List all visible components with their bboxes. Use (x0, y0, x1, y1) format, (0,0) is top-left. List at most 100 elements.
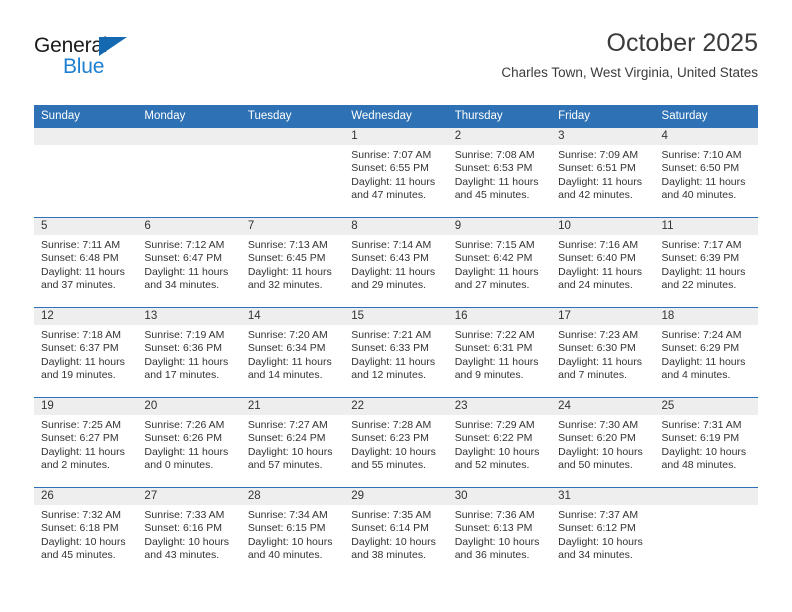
day-cell[interactable]: 26 Sunrise: 7:32 AM Sunset: 6:18 PM Dayligh… (34, 487, 138, 577)
daylight-line-2: and 12 minutes. (351, 369, 426, 382)
sunrise-line: Sunrise: 7:26 AM (144, 419, 225, 431)
sunrise-line: Sunrise: 7:08 AM (454, 149, 535, 161)
day-details: Sunrise: 7:31 AM Sunset: 6:19 PM Daylight:… (655, 415, 758, 473)
day-cell[interactable]: 20 Sunrise: 7:26 AM Sunset: 6:26 PM Dayligh… (137, 397, 241, 488)
sunset-line: Sunset: 6:22 PM (454, 432, 533, 445)
day-cell[interactable]: 18 Sunrise: 7:24 AM Sunset: 6:29 PM Dayligh… (654, 307, 758, 398)
weekday-header-monday: Monday (137, 105, 241, 128)
sunset-line: Sunset: 6:27 PM (41, 432, 119, 445)
daylight-line-1: Daylight: 10 hours (247, 445, 333, 458)
sunset-line: Sunset: 6:33 PM (351, 342, 429, 355)
sunrise-line: Sunrise: 7:34 AM (247, 509, 328, 521)
day-cell[interactable]: 4 Sunrise: 7:10 AM Sunset: 6:50 PM Daylight… (654, 128, 758, 218)
day-number (240, 128, 345, 145)
day-details: Sunrise: 7:27 AM Sunset: 6:24 PM Daylight:… (241, 415, 344, 473)
day-details: Sunrise: 7:21 AM Sunset: 6:33 PM Daylight:… (344, 325, 447, 383)
sunrise-line: Sunrise: 7:16 AM (558, 239, 639, 251)
day-cell[interactable]: 14 Sunrise: 7:20 AM Sunset: 6:34 PM Dayligh… (240, 307, 345, 398)
day-details: Sunrise: 7:22 AM Sunset: 6:31 PM Daylight:… (448, 325, 551, 383)
day-cell[interactable]: 31 Sunrise: 7:37 AM Sunset: 6:12 PM Dayligh… (551, 487, 655, 577)
sunrise-line: Sunrise: 7:17 AM (661, 239, 742, 251)
sunrise-line: Sunrise: 7:07 AM (351, 149, 432, 161)
day-cell[interactable]: 25 Sunrise: 7:31 AM Sunset: 6:19 PM Dayligh… (654, 397, 758, 488)
day-cell[interactable]: 1 Sunrise: 7:07 AM Sunset: 6:55 PM Daylight… (344, 128, 448, 218)
daylight-line-2: and 42 minutes. (558, 189, 633, 202)
calendar-header-row: Sunday Monday Tuesday Wednesday Thursday… (34, 105, 758, 128)
day-number: 10 (551, 218, 655, 235)
day-number: 27 (137, 488, 241, 505)
sunrise-line: Sunrise: 7:23 AM (558, 329, 639, 341)
day-cell[interactable]: 7 Sunrise: 7:13 AM Sunset: 6:45 PM Daylight… (240, 217, 345, 308)
day-cell[interactable] (34, 128, 138, 218)
day-cell[interactable]: 30 Sunrise: 7:36 AM Sunset: 6:13 PM Dayligh… (447, 487, 552, 577)
day-cell[interactable] (240, 128, 345, 218)
day-number: 24 (551, 398, 655, 415)
daylight-line-1: Daylight: 10 hours (454, 445, 540, 458)
day-cell[interactable]: 16 Sunrise: 7:22 AM Sunset: 6:31 PM Dayligh… (447, 307, 552, 398)
day-cell[interactable]: 17 Sunrise: 7:23 AM Sunset: 6:30 PM Dayligh… (551, 307, 655, 398)
day-cell[interactable]: 19 Sunrise: 7:25 AM Sunset: 6:27 PM Dayligh… (34, 397, 138, 488)
day-number: 8 (344, 218, 448, 235)
day-details: Sunrise: 7:16 AM Sunset: 6:40 PM Daylight:… (551, 235, 654, 293)
day-cell[interactable]: 24 Sunrise: 7:30 AM Sunset: 6:20 PM Dayligh… (551, 397, 655, 488)
day-cell[interactable]: 6 Sunrise: 7:12 AM Sunset: 6:47 PM Daylight… (137, 217, 241, 308)
daylight-line-1: Daylight: 11 hours (351, 175, 436, 188)
day-details: Sunrise: 7:34 AM Sunset: 6:15 PM Daylight:… (241, 505, 344, 563)
daylight-line-2: and 24 minutes. (558, 279, 633, 292)
sunset-line: Sunset: 6:45 PM (247, 252, 326, 265)
day-cell[interactable]: 22 Sunrise: 7:28 AM Sunset: 6:23 PM Dayligh… (344, 397, 448, 488)
sunrise-line: Sunrise: 7:24 AM (661, 329, 742, 341)
day-cell[interactable] (137, 128, 241, 218)
daylight-line-2: and 52 minutes. (454, 459, 530, 472)
day-cell[interactable]: 13 Sunrise: 7:19 AM Sunset: 6:36 PM Dayligh… (137, 307, 241, 398)
daylight-line-2: and 19 minutes. (41, 369, 116, 382)
day-cell[interactable] (654, 487, 758, 577)
day-cell[interactable]: 8 Sunrise: 7:14 AM Sunset: 6:43 PM Daylight… (344, 217, 448, 308)
sunset-line: Sunset: 6:42 PM (454, 252, 533, 265)
sunset-line: Sunset: 6:50 PM (661, 162, 740, 175)
brand-logo[interactable]: General Blue (34, 34, 234, 90)
day-cell[interactable]: 12 Sunrise: 7:18 AM Sunset: 6:37 PM Dayligh… (34, 307, 138, 398)
day-cell[interactable]: 15 Sunrise: 7:21 AM Sunset: 6:33 PM Dayligh… (344, 307, 448, 398)
day-cell[interactable]: 23 Sunrise: 7:29 AM Sunset: 6:22 PM Dayligh… (447, 397, 552, 488)
day-cell[interactable]: 11 Sunrise: 7:17 AM Sunset: 6:39 PM Dayligh… (654, 217, 758, 308)
sunrise-line: Sunrise: 7:27 AM (247, 419, 328, 431)
day-number: 18 (654, 308, 758, 325)
day-number: 12 (34, 308, 138, 325)
day-number: 4 (654, 128, 758, 145)
title-block: October 2025 Charles Town, West Virginia… (501, 28, 758, 82)
sunset-line: Sunset: 6:43 PM (351, 252, 429, 265)
day-cell[interactable]: 21 Sunrise: 7:27 AM Sunset: 6:24 PM Dayligh… (240, 397, 345, 488)
daylight-line-2: and 55 minutes. (351, 459, 426, 472)
day-details: Sunrise: 7:20 AM Sunset: 6:34 PM Daylight:… (241, 325, 344, 383)
daylight-line-1: Daylight: 11 hours (558, 265, 642, 278)
calendar-page: General Blue October 2025 Charles Town, … (0, 0, 792, 612)
sunset-line: Sunset: 6:20 PM (558, 432, 636, 445)
day-cell[interactable]: 28 Sunrise: 7:34 AM Sunset: 6:15 PM Dayligh… (240, 487, 345, 577)
day-cell[interactable]: 3 Sunrise: 7:09 AM Sunset: 6:51 PM Daylight… (551, 128, 655, 218)
day-cell[interactable]: 5 Sunrise: 7:11 AM Sunset: 6:48 PM Daylight… (34, 217, 138, 308)
day-number: 31 (551, 488, 655, 505)
day-number: 19 (34, 398, 138, 415)
daylight-line-1: Daylight: 11 hours (144, 265, 229, 278)
day-number: 11 (654, 218, 758, 235)
daylight-line-2: and 57 minutes. (247, 459, 323, 472)
weekday-header-sunday: Sunday (34, 105, 138, 128)
day-details: Sunrise: 7:14 AM Sunset: 6:43 PM Daylight:… (344, 235, 447, 293)
day-details: Sunrise: 7:11 AM Sunset: 6:48 PM Daylight:… (34, 235, 137, 293)
sunrise-sunset-calendar: Sunday Monday Tuesday Wednesday Thursday… (34, 105, 758, 577)
daylight-line-1: Daylight: 10 hours (661, 445, 747, 458)
day-details: Sunrise: 7:33 AM Sunset: 6:16 PM Daylight:… (137, 505, 240, 563)
daylight-line-1: Daylight: 11 hours (558, 355, 642, 368)
day-cell[interactable]: 2 Sunrise: 7:08 AM Sunset: 6:53 PM Daylight… (447, 128, 552, 218)
day-details: Sunrise: 7:09 AM Sunset: 6:51 PM Daylight:… (551, 145, 654, 203)
day-cell[interactable]: 29 Sunrise: 7:35 AM Sunset: 6:14 PM Dayligh… (344, 487, 448, 577)
daylight-line-1: Daylight: 10 hours (247, 535, 333, 548)
day-cell[interactable]: 9 Sunrise: 7:15 AM Sunset: 6:42 PM Daylight… (447, 217, 552, 308)
daylight-line-2: and 40 minutes. (247, 549, 323, 562)
day-cell[interactable]: 27 Sunrise: 7:33 AM Sunset: 6:16 PM Dayligh… (137, 487, 241, 577)
day-number: 16 (447, 308, 552, 325)
weekday-header-saturday: Saturday (654, 105, 758, 128)
day-cell[interactable]: 10 Sunrise: 7:16 AM Sunset: 6:40 PM Dayligh… (551, 217, 655, 308)
day-number: 29 (344, 488, 448, 505)
